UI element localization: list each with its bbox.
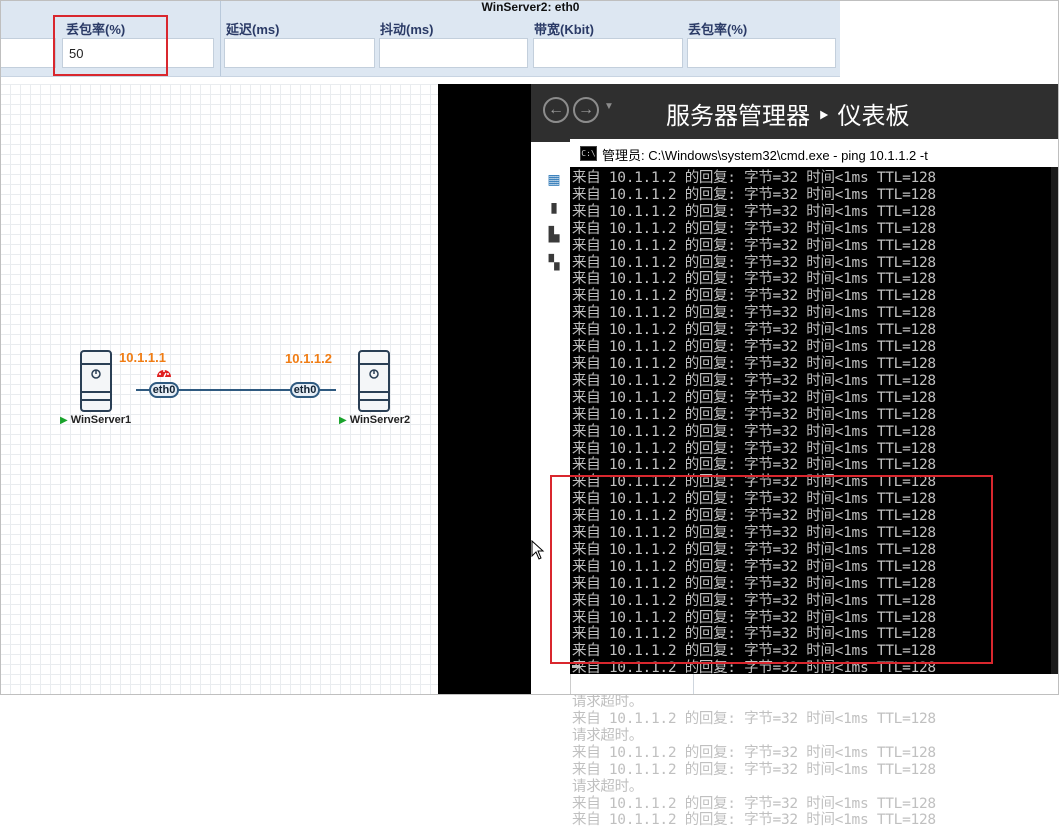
status-divider (693, 674, 694, 695)
cmd-title: 管理员: C:\Windows\system32\cmd.exe - ping … (602, 148, 928, 163)
node2-name-label[interactable]: ▶ WinServer2 (339, 414, 410, 426)
cmd-line: 来自 10.1.1.2 的回复: 字节=32 时间<1ms TTL=128 (572, 575, 936, 592)
cmd-line: 来自 10.1.1.2 的回复: 字节=32 时间<1ms TTL=128 (572, 474, 936, 491)
section-title-winserver2: WinServer2: eth0 (481, 0, 580, 14)
cmd-line: 来自 10.1.1.2 的回复: 字节=32 时间<1ms TTL=128 (572, 541, 936, 558)
loss-input[interactable] (687, 38, 836, 68)
chevron-down-icon[interactable]: ▼ (604, 101, 614, 112)
forward-arrow-icon[interactable]: → (573, 97, 599, 123)
cmd-line: 来自 10.1.1.2 的回复: 字节=32 时间<1ms TTL=128 (572, 389, 936, 406)
left-loss-input[interactable] (62, 38, 214, 68)
cmd-line: 来自 10.1.1.2 的回复: 字节=32 时间<1ms TTL=128 (572, 744, 936, 761)
node1-name-label[interactable]: ▶ WinServer1 (60, 414, 131, 426)
node1-ip-label: 10.1.1.1 (119, 350, 166, 365)
cmd-line: 请求超时。 (572, 727, 643, 744)
delay-label: 延迟(ms) (226, 22, 280, 37)
running-status-icon: ▶ (339, 415, 347, 426)
cmd-line: 来自 10.1.1.2 的回复: 字节=32 时间<1ms TTL=128 (572, 170, 936, 186)
cmd-line: 来自 10.1.1.2 的回复: 字节=32 时间<1ms TTL=128 (572, 254, 936, 271)
alert-gauge-icon[interactable] (156, 366, 172, 378)
link-parameter-panel: 丢包率(%) WinServer2: eth0 延迟(ms) 抖动(ms) 带宽… (0, 0, 840, 77)
cmd-line: 来自 10.1.1.2 的回复: 字节=32 时间<1ms TTL=128 (572, 812, 936, 829)
server-manager-sidebar: ▦ ▮ ▙ ▚ (531, 142, 571, 695)
dashboard-icon[interactable]: ▦ (546, 171, 562, 187)
cmd-line: 来自 10.1.1.2 的回复: 字节=32 时间<1ms TTL=128 (572, 322, 936, 339)
cmd-line: 请求超时。 (572, 694, 643, 711)
cmd-line: 来自 10.1.1.2 的回复: 字节=32 时间<1ms TTL=128 (572, 271, 936, 288)
cmd-line: 来自 10.1.1.2 的回复: 字节=32 时间<1ms TTL=128 (572, 355, 936, 372)
cmd-line: 来自 10.1.1.2 的回复: 字节=32 时间<1ms TTL=128 (572, 626, 936, 643)
cmd-line: 来自 10.1.1.2 的回复: 字节=32 时间<1ms TTL=128 (572, 305, 936, 322)
cmd-line: 来自 10.1.1.2 的回复: 字节=32 时间<1ms TTL=128 (572, 423, 936, 440)
cmd-line: 来自 10.1.1.2 的回复: 字节=32 时间<1ms TTL=128 (572, 440, 936, 457)
cmd-line: 来自 10.1.1.2 的回复: 字节=32 时间<1ms TTL=128 (572, 795, 936, 812)
server-icon[interactable] (80, 350, 112, 412)
cmd-line: 来自 10.1.1.2 的回复: 字节=32 时间<1ms TTL=128 (572, 372, 936, 389)
cmd-scrollbar[interactable] (1051, 167, 1059, 674)
cmd-line: 来自 10.1.1.2 的回复: 字节=32 时间<1ms TTL=128 (572, 592, 936, 609)
all-servers-icon[interactable]: ▙ (546, 226, 562, 242)
node2-interface-tag[interactable]: eth0 (290, 382, 320, 398)
cmd-line: 来自 10.1.1.2 的回复: 字节=32 时间<1ms TTL=128 (572, 288, 936, 305)
cmd-line: 来自 10.1.1.2 的回复: 字节=32 时间<1ms TTL=128 (572, 203, 936, 220)
cmd-titlebar[interactable]: C:\ 管理员: C:\Windows\system32\cmd.exe - p… (570, 139, 1059, 167)
cmd-line: 来自 10.1.1.2 的回复: 字节=32 时间<1ms TTL=128 (572, 491, 936, 508)
cmd-line: 来自 10.1.1.2 的回复: 字节=32 时间<1ms TTL=128 (572, 457, 936, 474)
server-manager-title: 服务器管理器 ‣ 仪表板 (666, 103, 910, 130)
left-loss-label: 丢包率(%) (66, 22, 126, 37)
jitter-input[interactable] (379, 38, 528, 68)
cmd-line: 来自 10.1.1.2 的回复: 字节=32 时间<1ms TTL=128 (572, 643, 936, 660)
left-bandwidth-input[interactable] (0, 38, 56, 68)
node2-ip-label: 10.1.1.2 (285, 351, 332, 366)
running-status-icon: ▶ (60, 415, 68, 426)
bandwidth-input[interactable] (533, 38, 683, 68)
cmd-line: 来自 10.1.1.2 的回复: 字节=32 时间<1ms TTL=128 (572, 525, 936, 542)
bandwidth-label: 带宽(Kbit) (534, 22, 594, 37)
cmd-line: 请求超时。 (572, 778, 643, 795)
cmd-line: 来自 10.1.1.2 的回复: 字节=32 时间<1ms TTL=128 (572, 406, 936, 423)
node1-interface-tag[interactable]: eth0 (149, 382, 179, 398)
server-icon[interactable] (358, 350, 390, 412)
cmd-line: 来自 10.1.1.2 的回复: 字节=32 时间<1ms TTL=128 (572, 711, 936, 727)
loss-label: 丢包率(%) (688, 22, 748, 37)
topology-canvas[interactable]: 10.1.1.1 eth0 ▶ WinServer1 10.1.1.2 eth0 … (0, 84, 438, 695)
cmd-line: 来自 10.1.1.2 的回复: 字节=32 时间<1ms TTL=128 (572, 761, 936, 778)
cmd-window[interactable]: C:\ 管理员: C:\Windows\system32\cmd.exe - p… (570, 139, 1059, 828)
text-cursor (572, 665, 580, 668)
status-strip (570, 674, 1059, 695)
server-manager-titlebar: ← → ▼ 服务器管理器 ‣ 仪表板 (531, 84, 1059, 142)
delay-input[interactable] (224, 38, 375, 68)
cmd-line: 来自 10.1.1.2 的回复: 字节=32 时间<1ms TTL=128 (572, 339, 936, 356)
node2-name-text: WinServer2 (349, 414, 411, 426)
mouse-pointer-icon (531, 540, 545, 560)
file-services-icon[interactable]: ▚ (546, 254, 562, 270)
cmd-line: 来自 10.1.1.2 的回复: 字节=32 时间<1ms TTL=128 (572, 220, 936, 237)
node1-name-text: WinServer1 (70, 414, 132, 426)
cmd-line: 来自 10.1.1.2 的回复: 字节=32 时间<1ms TTL=128 (572, 609, 936, 626)
cmd-line: 来自 10.1.1.2 的回复: 字节=32 时间<1ms TTL=128 (572, 508, 936, 525)
cmd-line: 来自 10.1.1.2 的回复: 字节=32 时间<1ms TTL=128 (572, 186, 936, 203)
cmd-app-icon: C:\ (580, 146, 597, 161)
cmd-line: 来自 10.1.1.2 的回复: 字节=32 时间<1ms TTL=128 (572, 558, 936, 575)
cmd-output: 来自 10.1.1.2 的回复: 字节=32 时间<1ms TTL=128 来自 … (572, 170, 1042, 829)
cmd-line: 来自 10.1.1.2 的回复: 字节=32 时间<1ms TTL=128 (572, 237, 936, 254)
back-arrow-icon[interactable]: ← (543, 97, 569, 123)
local-server-icon[interactable]: ▮ (546, 199, 562, 215)
jitter-label: 抖动(ms) (380, 22, 434, 37)
